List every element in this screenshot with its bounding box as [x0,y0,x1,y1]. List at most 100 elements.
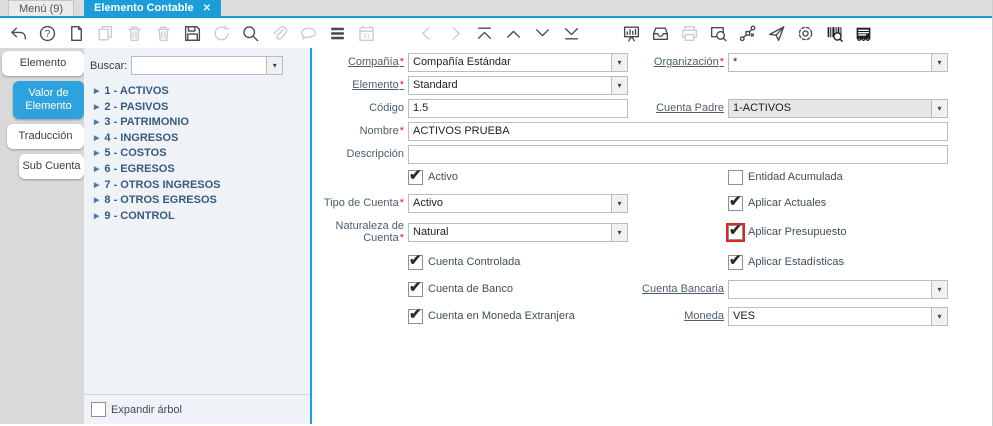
chevron-down-icon[interactable]: ▾ [611,53,627,71]
tree-item[interactable]: ▶ 4 - INGRESOS [94,131,310,147]
preferences-icon[interactable] [795,23,815,43]
tree-collapsed-icon[interactable]: ▶ [94,213,99,220]
report-icon[interactable] [621,23,641,43]
calendar-icon: 31 [356,23,376,43]
next-record-icon[interactable] [532,23,552,43]
side-tab-sub-cuenta[interactable]: Sub Cuenta [19,154,84,179]
new-record-icon[interactable] [66,23,86,43]
last-record-icon[interactable] [561,23,581,43]
cuenta-banco-checkbox[interactable]: ✔ [408,279,423,297]
naturaleza-cuenta-select[interactable]: Natural ▾ [408,222,628,242]
barcode-icon[interactable] [824,23,844,43]
chevron-down-icon[interactable]: ▾ [611,194,627,212]
detail-record-icon [445,23,465,43]
tree-collapsed-icon[interactable]: ▶ [94,182,99,189]
tree-item[interactable]: ▶ 2 - PASIVOS [94,100,310,116]
chevron-down-icon[interactable]: ▾ [931,307,947,325]
chevron-down-icon[interactable]: ▾ [266,57,283,74]
side-tab-elemento[interactable]: Elemento [2,51,84,76]
check-icon: ✔ [729,221,742,239]
chevron-down-icon[interactable]: ▾ [931,280,947,298]
descripcion-label: Descripción [346,148,404,160]
tree-collapsed-icon[interactable]: ▶ [94,88,99,95]
aplicar-actuales-label: Aplicar Actuales [748,197,827,209]
grid-toggle-icon[interactable] [327,23,347,43]
tree-item-label: 6 - EGRESOS [104,162,175,175]
workflow-icon[interactable] [737,23,757,43]
zoom-across-icon[interactable] [708,23,728,43]
tab-elemento-contable[interactable]: Elemento Contable ✕ [84,0,222,16]
tree-item[interactable]: ▶ 8 - OTROS EGRESOS [94,193,310,209]
chevron-down-icon[interactable]: ▾ [611,223,627,241]
codigo-input[interactable]: 1.5 [408,98,628,118]
elemento-select[interactable]: Standard ▾ [408,75,628,95]
cuenta-bancaria-label[interactable]: Cuenta Bancaria [632,283,724,295]
nombre-input[interactable]: ACTIVOS PRUEBA [408,121,948,141]
cuenta-bancaria-select[interactable]: ▾ [728,279,948,299]
delete-selection-icon [153,23,173,43]
organizacion-select[interactable]: * ▾ [728,52,948,72]
activo-checkbox[interactable]: ✔ [408,167,423,185]
copy-record-icon [95,23,115,43]
tree-panel: Buscar: ▾ ▶ 1 - ACTIVOS ▶ 2 - PASIVOS ▶ 3 - P… [84,48,310,424]
aplicar-presupuesto-label: Aplicar Presupuesto [748,226,847,238]
chevron-down-icon[interactable]: ▾ [931,53,947,71]
cuenta-moneda-extranjera-checkbox[interactable]: ✔ [408,306,423,324]
aplicar-presupuesto-checkbox[interactable]: ✔ [726,222,745,242]
tree-collapsed-icon[interactable]: ▶ [94,150,99,157]
cuenta-controlada-checkbox[interactable]: ✔ [408,252,423,270]
previous-record-icon[interactable] [503,23,523,43]
undo-icon[interactable] [8,23,28,43]
tree-item-label: 4 - INGRESOS [104,131,179,144]
tree-item[interactable]: ▶ 9 - CONTROL [94,209,310,225]
compania-label[interactable]: Compañía* [312,56,404,68]
save-icon[interactable] [182,23,202,43]
tree-item-label: 7 - OTROS INGRESOS [104,178,221,191]
tree-item[interactable]: ▶ 1 - ACTIVOS [94,84,310,100]
tree-item[interactable]: ▶ 5 - COSTOS [94,146,310,162]
tipo-cuenta-label: Tipo de Cuenta* [323,197,404,209]
search-input[interactable] [132,58,267,73]
descripcion-input[interactable] [408,144,948,164]
quick-info-icon[interactable] [853,23,873,43]
cuenta-padre-select[interactable]: 1-ACTIVOS ▾ [728,98,948,118]
aplicar-actuales-checkbox[interactable]: ✔ [728,193,743,211]
tree-item[interactable]: ▶ 3 - PATRIMONIO [94,115,310,131]
tree-item[interactable]: ▶ 6 - EGRESOS [94,162,310,178]
side-tab-traducci-n[interactable]: Traducción [7,124,84,149]
send-mail-icon[interactable] [766,23,786,43]
help-icon[interactable]: ? [37,23,57,43]
chevron-down-icon[interactable]: ▾ [611,76,627,94]
chevron-down-icon[interactable]: ▾ [931,99,947,117]
tree-search-row: Buscar: ▾ [84,48,310,82]
aplicar-estadisticas-checkbox[interactable]: ✔ [728,252,743,270]
check-icon: ✔ [729,192,742,210]
tree-collapsed-icon[interactable]: ▶ [94,197,99,204]
search-combobox[interactable]: ▾ [131,56,284,75]
tipo-cuenta-select[interactable]: Activo ▾ [408,193,628,213]
moneda-select[interactable]: VES ▾ [728,306,948,326]
find-icon[interactable] [240,23,260,43]
tree-collapsed-icon[interactable]: ▶ [94,119,99,126]
close-tab-icon[interactable]: ✕ [203,3,211,14]
compania-select[interactable]: Compañía Estándar ▾ [408,52,628,72]
side-tab-valor-de-elemento[interactable]: Valor de Elemento [13,81,84,119]
expand-tree-checkbox[interactable]: ✔ [91,402,106,417]
archive-icon[interactable] [650,23,670,43]
tree-item[interactable]: ▶ 7 - OTROS INGRESOS [94,178,310,194]
moneda-label[interactable]: Moneda [632,310,724,322]
tab-elemento-contable-label: Elemento Contable [94,2,194,14]
tab-menu[interactable]: Menú (9) [8,0,75,16]
tree-collapsed-icon[interactable]: ▶ [94,104,99,111]
cuenta-padre-label[interactable]: Cuenta Padre [632,102,724,114]
elemento-label[interactable]: Elemento* [312,79,404,91]
first-record-icon[interactable] [474,23,494,43]
tab-menu-label: Menú (9) [19,2,64,15]
tree-collapsed-icon[interactable]: ▶ [94,166,99,173]
side-tab-column: Elemento Valor de Elemento Traducción Sub C… [0,48,84,424]
organizacion-label[interactable]: Organización* [632,56,724,68]
tree-item-label: 2 - PASIVOS [104,100,169,113]
svg-text:31: 31 [362,33,370,40]
tree-collapsed-icon[interactable]: ▶ [94,135,99,142]
entidad-acumulada-checkbox[interactable]: ✔ [728,169,743,185]
